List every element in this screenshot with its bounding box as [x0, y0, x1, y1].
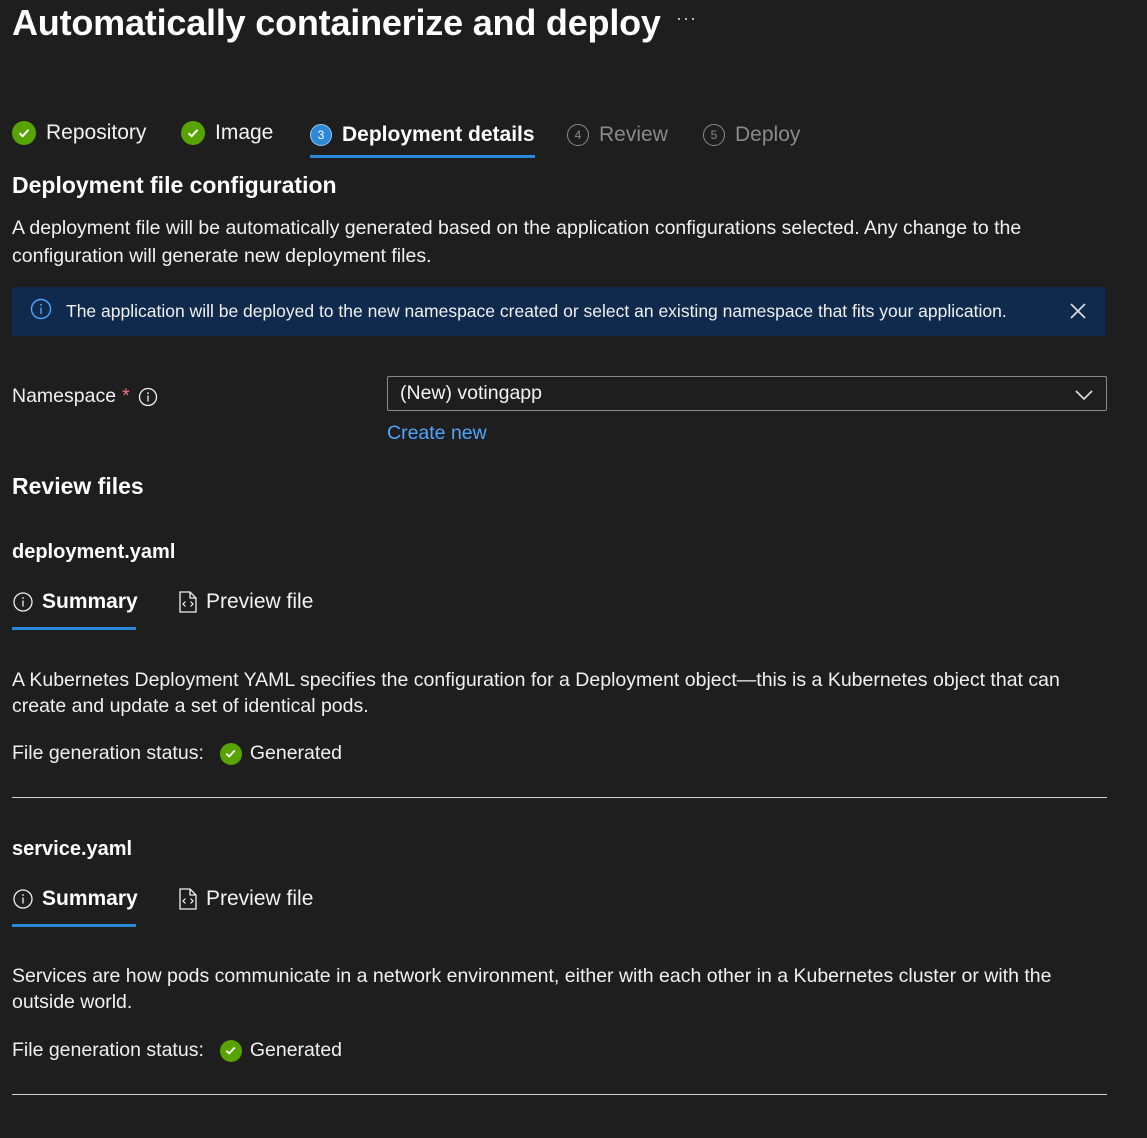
step-number-icon: 4 [567, 124, 589, 146]
file-title-service: service.yaml [12, 838, 133, 860]
check-icon [219, 742, 242, 765]
tab-label: Summary [42, 590, 138, 613]
namespace-label: Namespace [12, 385, 117, 407]
check-icon [181, 121, 205, 145]
step-label: Repository [46, 121, 147, 144]
status-value: Generated [249, 742, 343, 764]
section-heading-review-files: Review files [12, 473, 144, 499]
active-tab-indicator [12, 924, 136, 927]
check-icon [12, 121, 36, 145]
step-number-icon: 3 [310, 124, 332, 146]
info-tooltip-icon[interactable] [138, 387, 158, 407]
active-tab-indicator [12, 627, 136, 630]
status-label: File generation status: [12, 742, 204, 764]
divider [12, 1094, 1107, 1095]
info-icon [30, 298, 52, 325]
step-label: Deployment details [342, 123, 535, 146]
step-label: Deploy [735, 123, 801, 146]
step-repository[interactable]: Repository [12, 110, 146, 156]
file-title-deployment: deployment.yaml [12, 541, 176, 563]
code-file-icon [178, 888, 198, 910]
step-deploy[interactable]: 5 Deploy [703, 112, 800, 158]
info-icon [12, 591, 34, 613]
info-message-text: The application will be deployed to the … [66, 301, 1007, 321]
file-status-deployment: File generation status: Generated [12, 742, 342, 765]
step-label: Image [215, 121, 274, 144]
required-indicator: * [122, 385, 130, 407]
create-new-namespace-link[interactable]: Create new [387, 422, 487, 445]
status-value: Generated [249, 1039, 343, 1061]
namespace-selected-value: (New) votingapp [400, 382, 542, 404]
step-review[interactable]: 4 Review [567, 112, 668, 158]
close-icon[interactable] [1067, 300, 1089, 322]
file-description-service: Services are how pods communicate in a n… [12, 965, 1052, 1013]
chevron-down-icon [1074, 386, 1094, 409]
configuration-description: A deployment file will be automatically … [12, 217, 1022, 267]
step-label: Review [599, 123, 668, 146]
check-icon [219, 1039, 242, 1062]
tab-label: Preview file [206, 887, 314, 910]
tab-summary-deployment[interactable]: Summary [12, 582, 138, 630]
tab-preview-deployment[interactable]: Preview file [178, 582, 313, 622]
status-label: File generation status: [12, 1039, 204, 1061]
namespace-label-row: Namespace * [12, 385, 158, 408]
tab-label: Preview file [206, 590, 314, 613]
info-icon [12, 888, 34, 910]
step-number-icon: 5 [703, 124, 725, 146]
info-message-bar: The application will be deployed to the … [12, 287, 1105, 336]
file-description-deployment: A Kubernetes Deployment YAML specifies t… [12, 669, 1060, 717]
step-deployment-details[interactable]: 3 Deployment details [310, 112, 535, 158]
page-title: Automatically containerize and deploy [12, 2, 661, 43]
more-options-button[interactable]: ··· [676, 8, 697, 29]
file-status-service: File generation status: Generated [12, 1039, 342, 1062]
tab-label: Summary [42, 887, 138, 910]
namespace-dropdown[interactable]: (New) votingapp [387, 376, 1107, 411]
tab-preview-service[interactable]: Preview file [178, 879, 313, 919]
active-step-indicator [310, 155, 535, 158]
wizard-steps: Repository Image 3 Deployment details 4 … [12, 110, 1112, 158]
tab-summary-service[interactable]: Summary [12, 879, 138, 927]
section-heading-configuration: Deployment file configuration [12, 172, 337, 198]
divider [12, 797, 1107, 798]
step-image[interactable]: Image [181, 110, 273, 156]
code-file-icon [178, 591, 198, 613]
